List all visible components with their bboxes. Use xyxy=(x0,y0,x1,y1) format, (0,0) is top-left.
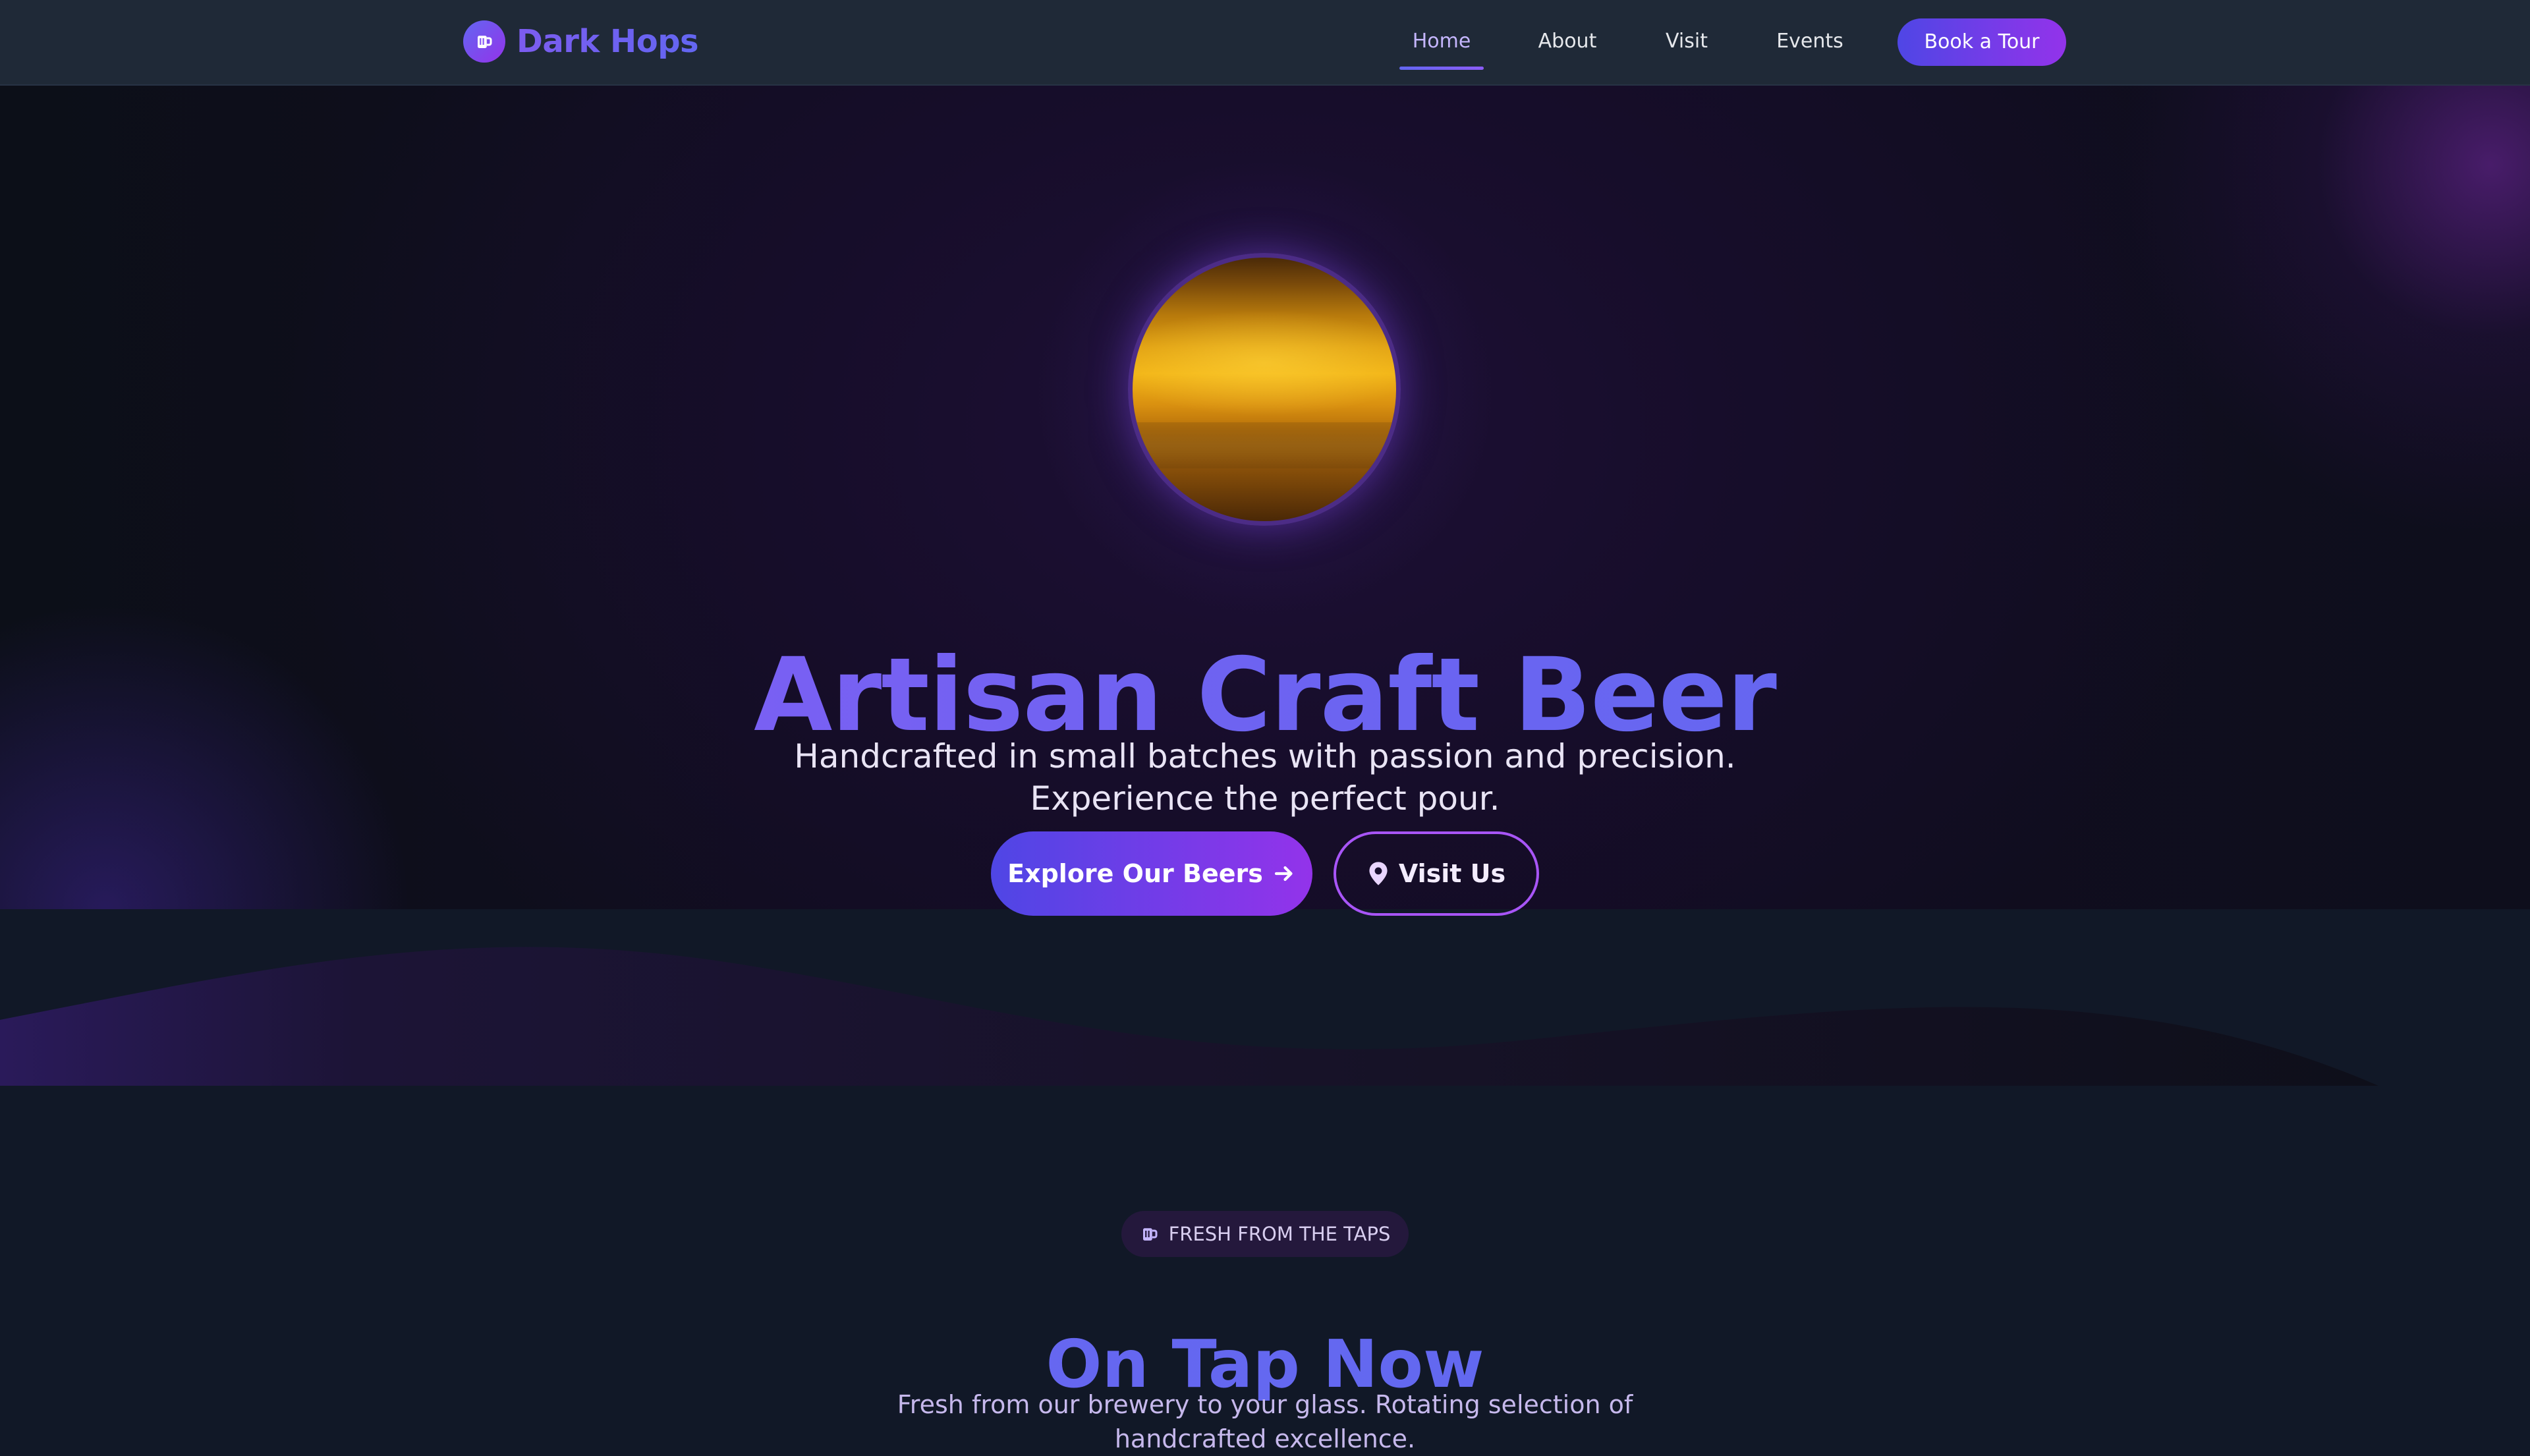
explore-beers-label: Explore Our Beers xyxy=(1007,859,1263,888)
brand-logo[interactable]: Dark Hops xyxy=(463,20,699,63)
fresh-taps-badge: FRESH FROM THE TAPS xyxy=(1121,1211,1409,1257)
hero-subtitle: Handcrafted in small batches with passio… xyxy=(794,737,1736,818)
nav-link-home[interactable]: Home xyxy=(1399,25,1484,58)
beer-glass-photo xyxy=(1128,253,1401,526)
book-tour-button[interactable]: Book a Tour xyxy=(1898,18,2066,66)
hero-wave-divider xyxy=(0,909,2530,1086)
nav-link-visit[interactable]: Visit xyxy=(1654,25,1720,58)
explore-beers-button[interactable]: Explore Our Beers xyxy=(991,831,1312,916)
arrow-right-icon xyxy=(1274,866,1293,882)
badge-label: FRESH FROM THE TAPS xyxy=(1168,1223,1391,1245)
brand-name: Dark Hops xyxy=(517,23,699,60)
nav-link-events[interactable]: Events xyxy=(1766,25,1854,58)
visit-us-label: Visit Us xyxy=(1398,859,1506,888)
nav-link-about[interactable]: About xyxy=(1525,25,1610,58)
top-navbar: Dark Hops Home About Visit Events Book a… xyxy=(0,0,2530,86)
map-pin-icon xyxy=(1369,862,1388,885)
beer-mug-icon xyxy=(463,20,505,63)
on-tap-subtitle: Fresh from our brewery to your glass. Ro… xyxy=(897,1390,1633,1453)
visit-us-button[interactable]: Visit Us xyxy=(1334,831,1539,916)
beer-mug-icon xyxy=(1142,1228,1158,1241)
active-nav-indicator xyxy=(1399,67,1484,70)
